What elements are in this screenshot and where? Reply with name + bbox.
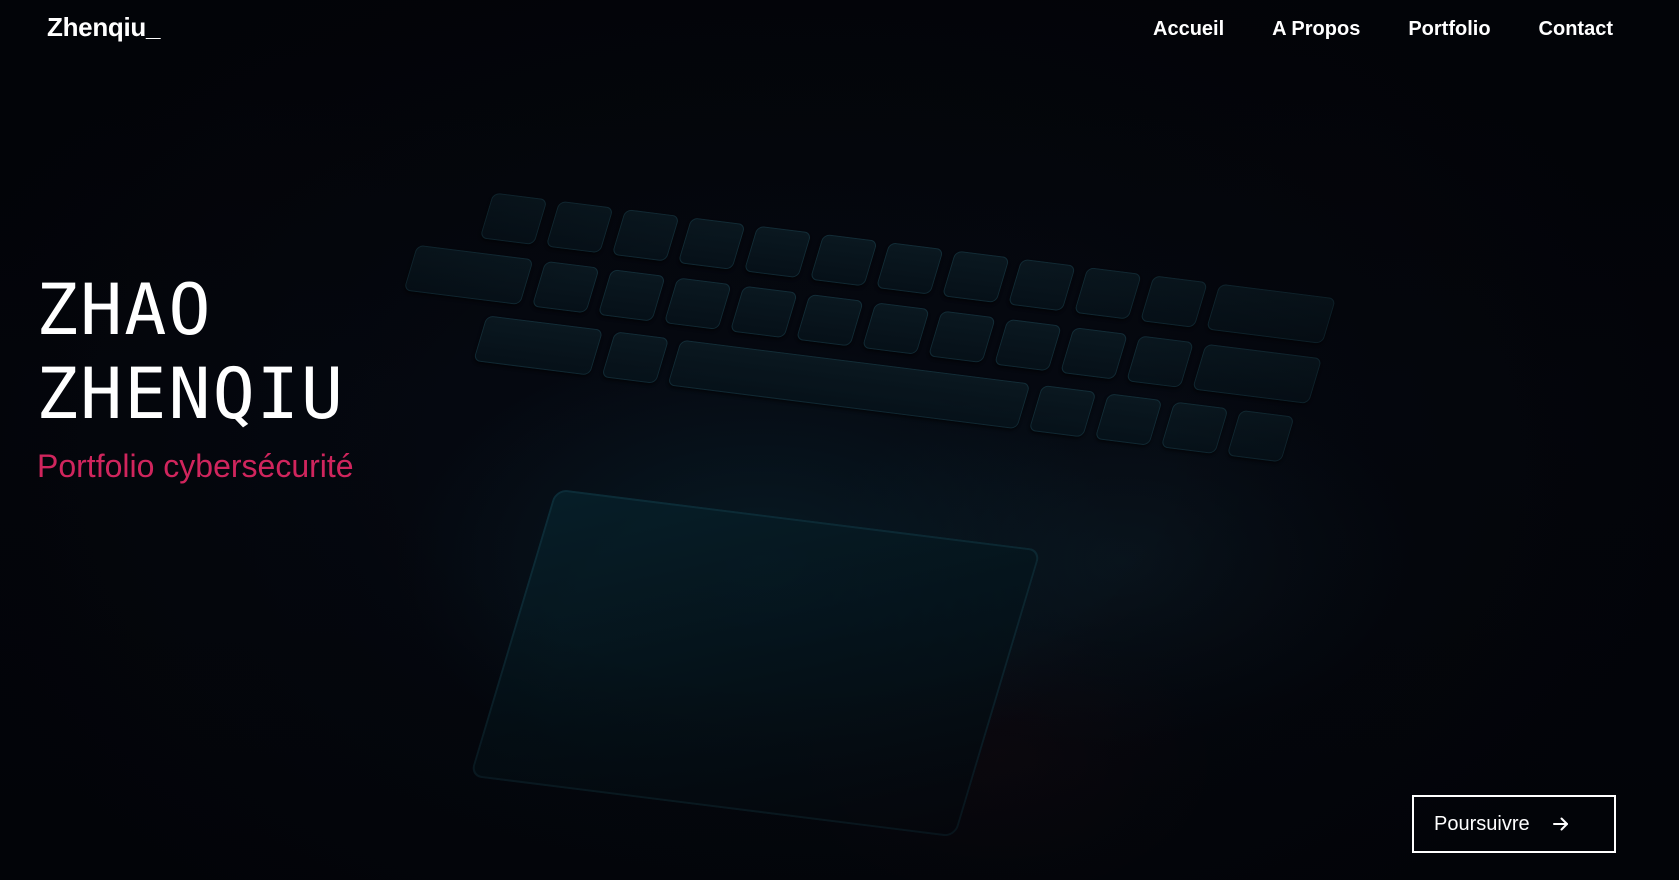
arrow-right-icon xyxy=(1552,815,1570,833)
navbar: Zhenqiu_ Accueil A Propos Portfolio Cont… xyxy=(0,0,1679,62)
nav-link-contact[interactable]: Contact xyxy=(1539,18,1613,41)
hero-title: ZHAO ZHENQIU xyxy=(36,268,345,436)
hero-subtitle: Portfolio cybersécurité xyxy=(37,448,354,484)
continue-button[interactable]: Poursuivre xyxy=(1412,795,1616,853)
nav-link-a-propos[interactable]: A Propos xyxy=(1272,18,1360,41)
nav-links: Accueil A Propos Portfolio Contact xyxy=(1153,18,1613,41)
hero-title-line-2: ZHENQIU xyxy=(36,353,346,435)
nav-link-accueil[interactable]: Accueil xyxy=(1153,18,1224,41)
hero-section: Zhenqiu_ Accueil A Propos Portfolio Cont… xyxy=(0,0,1679,880)
nav-link-portfolio[interactable]: Portfolio xyxy=(1408,18,1490,41)
site-logo[interactable]: Zhenqiu_ xyxy=(47,12,160,43)
background-overlay xyxy=(0,0,1679,880)
hero-title-line-1: ZHAO xyxy=(36,269,213,351)
continue-button-label: Poursuivre xyxy=(1434,812,1530,835)
